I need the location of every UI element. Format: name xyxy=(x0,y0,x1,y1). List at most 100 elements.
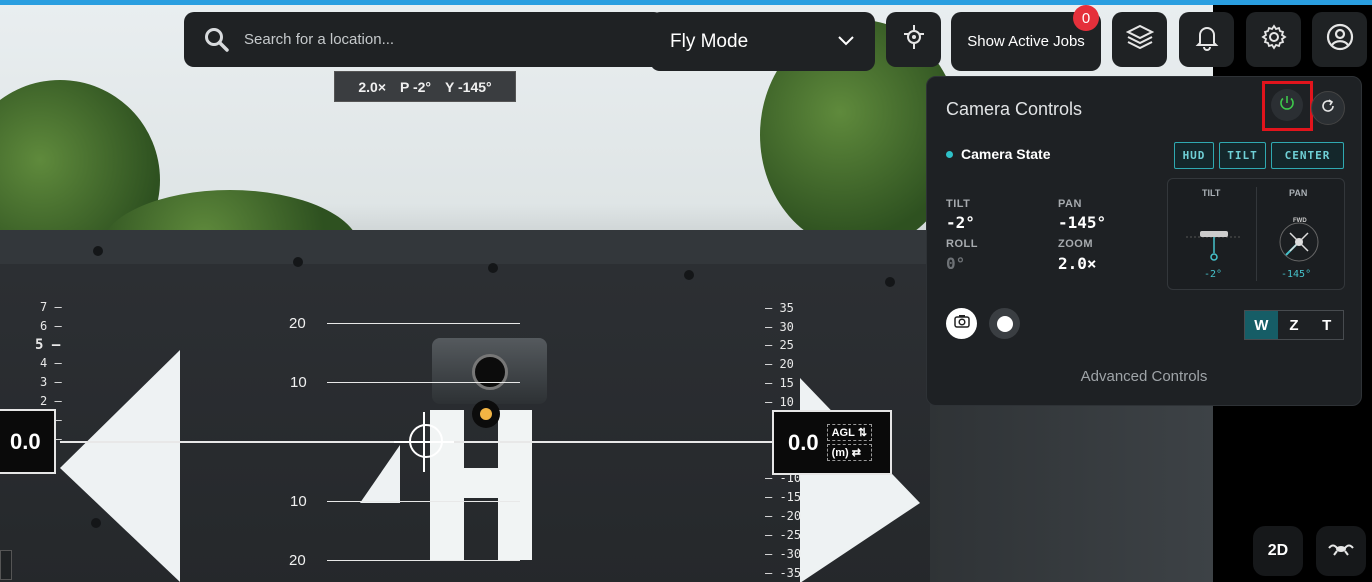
scale-tick: 15 xyxy=(779,376,794,390)
left-speed-readout: 0.0 xyxy=(0,409,56,474)
tilt-stat-label: TILT xyxy=(946,198,971,210)
scale-tick-current: 5 xyxy=(35,337,44,353)
lens-zoom-button[interactable]: Z xyxy=(1278,311,1311,339)
arrow-right-marking xyxy=(800,378,920,582)
altitude-readout: 0.0 AGL ⇅ (m) ⇄ xyxy=(772,410,892,475)
search-icon xyxy=(204,27,230,53)
scale-tick: 35 xyxy=(779,301,794,315)
lens-tele-button[interactable]: T xyxy=(1310,311,1343,339)
scale-tick: 20 xyxy=(779,357,794,371)
unit-toggle-button[interactable]: (m) ⇄ xyxy=(826,444,873,461)
camera-reset-button[interactable] xyxy=(1311,91,1345,125)
scale-tick: 10 xyxy=(779,395,794,409)
pitch-line xyxy=(327,560,520,561)
agl-reference-button[interactable]: AGL ⇅ xyxy=(826,424,873,441)
settings-button[interactable] xyxy=(1246,12,1301,67)
pan-stat-label: PAN xyxy=(1058,198,1082,210)
zoom-stat-value: 2.0× xyxy=(1058,254,1097,273)
gimbal-pan-title: PAN xyxy=(1289,188,1308,198)
telemetry-readout: 2.0× P -2° Y -145° xyxy=(334,71,516,102)
arrow-left-marking xyxy=(60,350,180,582)
bolt xyxy=(293,257,303,267)
lens-selector: W Z T xyxy=(1244,310,1344,340)
left-panel-toggle[interactable] xyxy=(0,550,12,580)
chevron-down-icon xyxy=(837,31,855,53)
led-light xyxy=(480,408,492,420)
camera-icon xyxy=(953,314,970,333)
drone-icon xyxy=(1327,540,1355,563)
scale-tick: 3 xyxy=(40,375,48,389)
tilt-toggle-button[interactable]: TILT xyxy=(1219,142,1266,169)
pitch-line xyxy=(327,323,520,324)
gimbal-pan-value: -145° xyxy=(1281,269,1312,280)
lens-wide-button[interactable]: W xyxy=(1245,311,1278,339)
agl-label: AGL xyxy=(831,426,855,439)
camera-power-button[interactable] xyxy=(1271,89,1303,121)
hud-toggle-button[interactable]: HUD xyxy=(1174,142,1214,169)
swap-vertical-icon: ⇅ xyxy=(857,427,868,439)
drone-view-button[interactable] xyxy=(1316,526,1366,576)
left-readout-value: 0.0 xyxy=(10,428,41,454)
zoom-stat-label: ZOOM xyxy=(1058,238,1093,250)
scale-tick: 6 xyxy=(40,319,48,333)
account-button[interactable] xyxy=(1312,12,1367,67)
camera-state-indicator xyxy=(946,151,953,158)
gimbal-divider xyxy=(1256,187,1257,281)
scale-tick: 30 xyxy=(779,320,794,334)
h-letter-bar xyxy=(430,468,532,498)
progress-bar xyxy=(0,0,1372,5)
agl-toggle[interactable]: AGL ⇅ (m) ⇄ xyxy=(826,424,873,461)
notifications-button[interactable] xyxy=(1179,12,1234,67)
scale-tick: -15 xyxy=(779,490,802,504)
gimbal-tilt-title: TILT xyxy=(1202,188,1221,198)
pitch-line xyxy=(327,501,520,502)
camera-controls-panel: Camera Controls Camera State HUD TILT CE… xyxy=(926,76,1362,406)
layers-button[interactable] xyxy=(1112,12,1167,67)
gimbal-pan-compass-icon xyxy=(1276,219,1322,270)
advanced-controls-link[interactable]: Advanced Controls xyxy=(927,368,1361,385)
jobs-count-badge: 0 xyxy=(1073,5,1099,31)
scale-tick: -20 xyxy=(779,509,802,523)
tilt-stat-value: -2° xyxy=(946,213,975,232)
gear-icon xyxy=(1260,24,1287,55)
jobs-label: Show Active Jobs xyxy=(967,33,1085,50)
user-icon xyxy=(1326,23,1354,56)
location-search-bar[interactable] xyxy=(184,12,664,67)
mode-select[interactable]: Fly Mode xyxy=(650,12,875,71)
unit-label: (m) xyxy=(831,446,849,459)
drone-locate-button[interactable] xyxy=(886,12,941,67)
roll-stat-value: 0° xyxy=(946,254,966,273)
arrow-small-marking xyxy=(360,445,400,503)
bolt xyxy=(885,277,895,287)
pan-stat-value: -145° xyxy=(1058,213,1107,232)
bolt xyxy=(684,270,694,280)
pitch-label: 20 xyxy=(289,315,306,332)
gimbal-visualizer: TILT PAN -2° FWD -145° xyxy=(1167,178,1345,290)
camera-state-label: Camera State xyxy=(961,146,1051,162)
center-button[interactable]: CENTER xyxy=(1271,142,1344,169)
gimbal-tilt-value: -2° xyxy=(1204,269,1223,280)
pitch-label: 20 xyxy=(289,552,306,569)
pitch-label: 10 xyxy=(290,493,307,510)
search-input[interactable] xyxy=(242,30,626,49)
scale-tick: -35 xyxy=(779,566,802,580)
scale-tick: 25 xyxy=(779,338,794,352)
scale-tick: -25 xyxy=(779,528,802,542)
layers-icon xyxy=(1125,24,1154,55)
video-record-button[interactable] xyxy=(989,308,1020,339)
altitude-value: 0.0 xyxy=(788,429,819,455)
mode-selected-label: Fly Mode xyxy=(670,30,749,52)
crosshair-hline xyxy=(394,441,454,443)
scale-tick: -30 xyxy=(779,547,802,561)
zoom-readout: 2.0× xyxy=(358,78,386,95)
photo-capture-button[interactable] xyxy=(946,308,977,339)
roll-stat-label: ROLL xyxy=(946,238,978,250)
swap-horizontal-icon: ⇄ xyxy=(851,447,861,459)
gimbal-fwd-label: FWD xyxy=(1293,218,1307,224)
pitch-readout: P -2° xyxy=(400,78,432,95)
refresh-icon xyxy=(1319,97,1337,120)
scale-tick: 7 xyxy=(40,300,48,314)
pitch-label: 10 xyxy=(290,374,307,391)
view-2d-toggle-button[interactable]: 2D xyxy=(1253,526,1303,576)
pitch-line xyxy=(327,382,520,383)
